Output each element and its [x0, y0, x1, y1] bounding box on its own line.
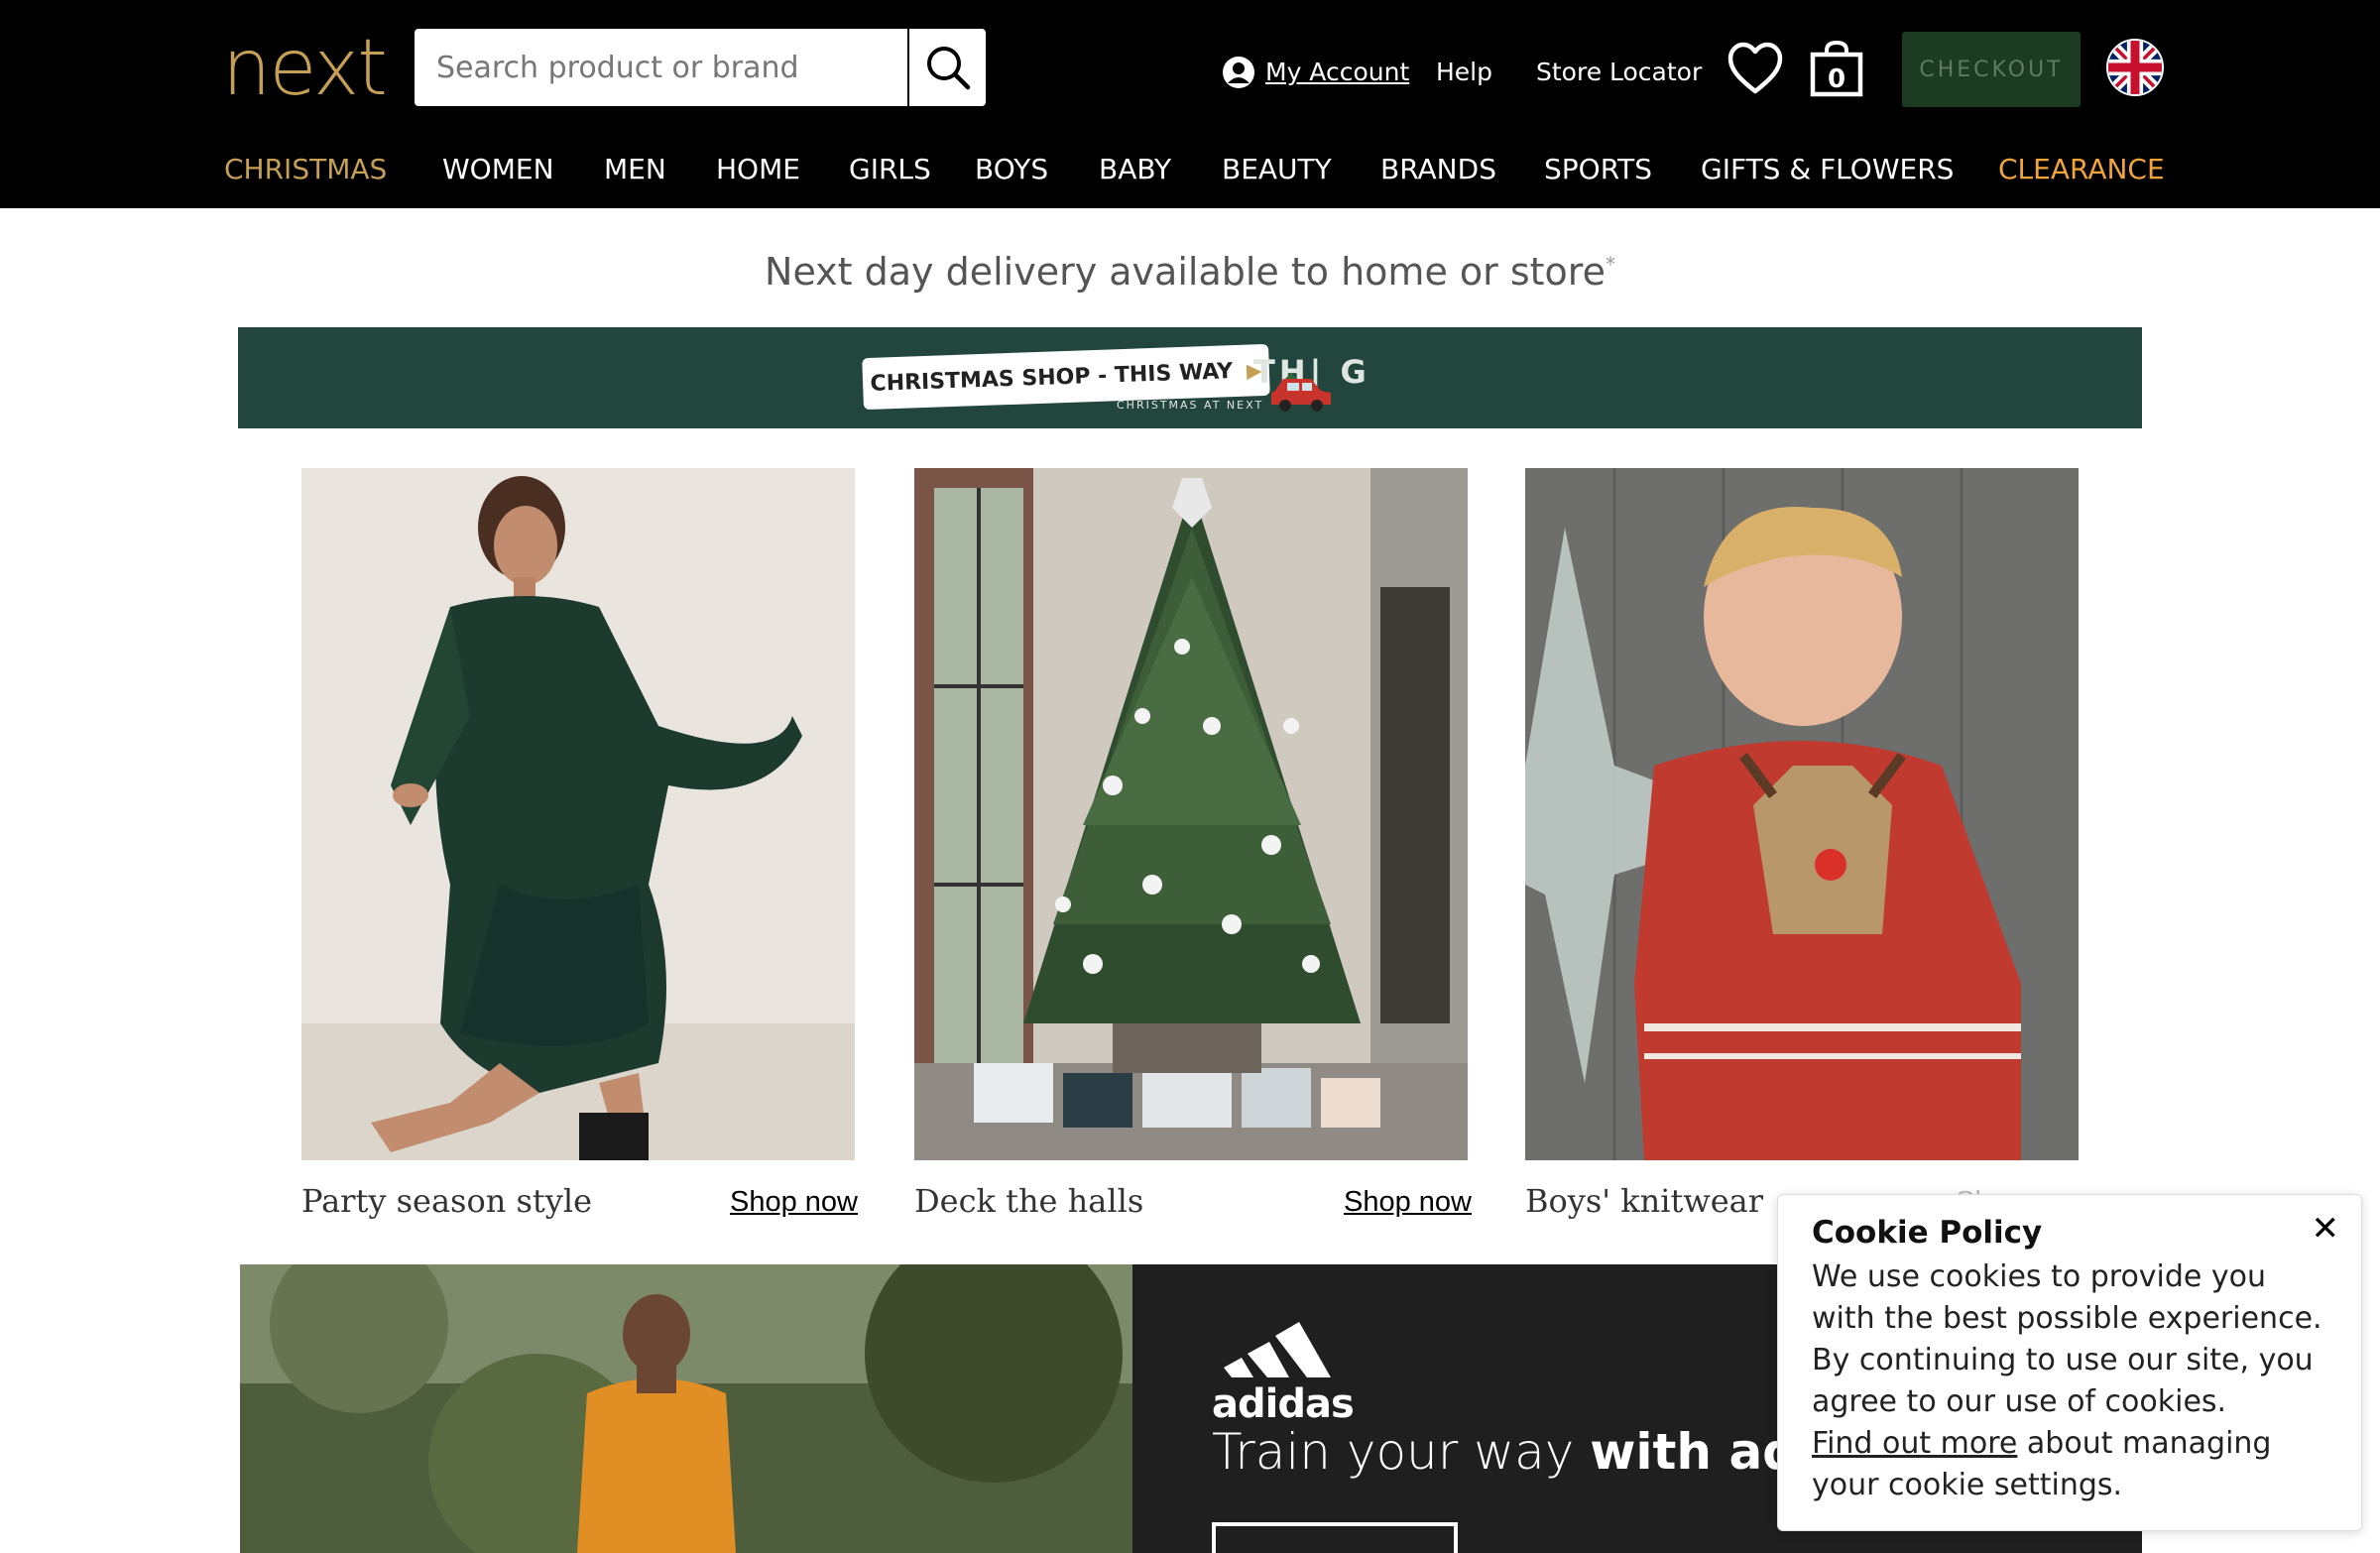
bag-count: 0: [1828, 64, 1845, 94]
tile-caption-knitwear: Boys' knitwear: [1525, 1182, 1764, 1220]
adidas-wordmark: adidas: [1212, 1381, 1355, 1427]
banner-label: CHRISTMAS SHOP - THIS WAY: [870, 358, 1234, 397]
cookie-body: We use cookies to provide you with the b…: [1812, 1259, 2322, 1419]
delivery-asterisk: *: [1605, 252, 1615, 277]
search-button[interactable]: [907, 29, 986, 106]
uk-flag-icon[interactable]: [2106, 39, 2164, 96]
nav-boys[interactable]: BOYS: [975, 149, 1048, 190]
adidas-headline-light: Train your way: [1212, 1423, 1591, 1481]
nav-home[interactable]: HOME: [716, 149, 800, 190]
nav-men[interactable]: MEN: [604, 149, 666, 190]
close-icon[interactable]: ✕: [2312, 1209, 2340, 1249]
cookie-policy-dialog: ✕ Cookie Policy We use cookies to provid…: [1777, 1194, 2362, 1531]
bag-icon: 0: [1810, 40, 1863, 97]
store-locator-link[interactable]: Store Locator: [1536, 48, 1702, 97]
shopping-bag-button[interactable]: 0: [1809, 40, 1864, 97]
nav-clearance[interactable]: CLEARANCE: [1998, 149, 2165, 190]
nav-sports[interactable]: SPORTS: [1544, 149, 1652, 190]
next-logo[interactable]: next: [222, 24, 388, 113]
adidas-runner-image: [240, 1264, 1132, 1553]
nav-baby[interactable]: BABY: [1099, 149, 1171, 190]
nav-girls[interactable]: GIRLS: [849, 149, 931, 190]
deck-the-halls-image[interactable]: [914, 468, 1468, 1160]
nav-gifts-flowers[interactable]: GIFTS & FLOWERS: [1701, 149, 1954, 190]
nav-brands[interactable]: BRANDS: [1380, 149, 1496, 190]
adidas-shop-button[interactable]: [1212, 1522, 1458, 1553]
site-header: next My Account Help Store Locator 0 CHE…: [0, 0, 2380, 208]
search-icon: [926, 47, 970, 90]
find-out-more-link[interactable]: Find out more: [1812, 1426, 2017, 1461]
cookie-footer: Find out more about managing your cookie…: [1812, 1423, 2327, 1506]
delivery-text: Next day delivery available to home or s…: [765, 250, 1606, 294]
main-navigation: CHRISTMAS WOMEN MEN HOME GIRLS BOYS BABY…: [0, 149, 2380, 190]
red-car-icon: [1271, 373, 1331, 412]
shop-now-party[interactable]: Shop now: [730, 1186, 858, 1219]
boys-knitwear-image[interactable]: [1525, 468, 2079, 1160]
banner-subtitle: CHRISTMAS AT NEXT: [1117, 399, 1264, 412]
user-icon: [1223, 57, 1254, 88]
tile-caption-party: Party season style: [301, 1182, 593, 1220]
search-input[interactable]: [415, 29, 907, 106]
christmas-shop-banner[interactable]: CHRISTMAS SHOP - THIS WAY ▶ CHRISTMAS AT…: [238, 327, 2142, 428]
delivery-message: Next day delivery available to home or s…: [0, 250, 2380, 294]
help-link[interactable]: Help: [1436, 48, 1492, 97]
party-season-image[interactable]: [301, 468, 855, 1160]
nav-christmas[interactable]: CHRISTMAS: [224, 149, 387, 190]
nav-women[interactable]: WOMEN: [442, 149, 554, 190]
cookie-title: Cookie Policy: [1812, 1215, 2043, 1251]
my-account-link[interactable]: My Account: [1222, 48, 1409, 97]
tile-caption-deck: Deck the halls: [914, 1182, 1144, 1220]
search-bar: [415, 29, 986, 106]
my-account-label[interactable]: My Account: [1265, 48, 1409, 97]
checkout-button[interactable]: CHECKOUT: [1902, 32, 2081, 107]
heart-icon[interactable]: [1727, 42, 1783, 95]
nav-beauty[interactable]: BEAUTY: [1222, 149, 1332, 190]
shop-now-deck[interactable]: Shop now: [1344, 1186, 1472, 1219]
